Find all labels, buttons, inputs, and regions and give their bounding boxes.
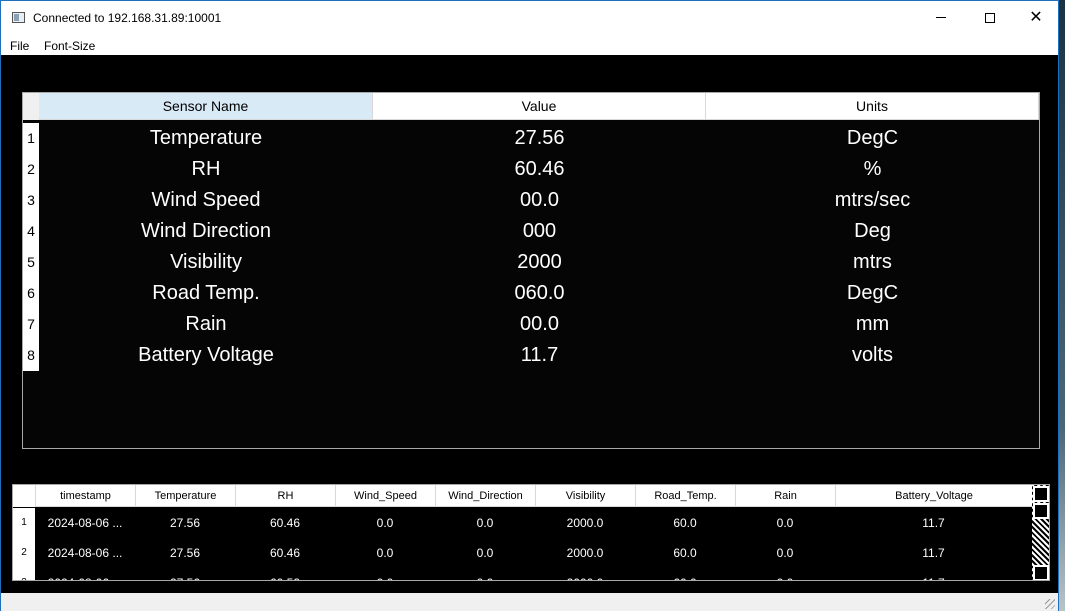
row-header[interactable]: 5 [23,247,39,278]
log-header-battery-voltage[interactable]: Battery_Voltage [835,485,1032,507]
log-cell[interactable]: 27.56 [135,538,235,568]
log-cell[interactable]: 11.7 [835,508,1032,538]
sensor-units-cell[interactable]: Deg [706,216,1039,247]
log-cell[interactable]: 60.52 [235,568,335,580]
log-cell[interactable]: 0.0 [335,508,435,538]
sensor-table: Sensor Name Value Units 1 Temperature 27.5… [22,92,1040,449]
log-cell[interactable]: 2024-08-06 ... [35,568,135,580]
row-header[interactable]: 4 [23,216,39,247]
sensor-value-cell[interactable]: 11.7 [373,340,706,371]
vertical-scrollbar[interactable] [1032,485,1049,580]
log-cell[interactable]: 11.7 [835,568,1032,580]
sensor-name-cell[interactable]: Road Temp. [39,278,373,309]
row-header[interactable]: 6 [23,278,39,309]
row-header[interactable]: 8 [23,340,39,371]
log-cell[interactable]: 0.0 [735,508,835,538]
log-header-visibility[interactable]: Visibility [535,485,635,507]
log-cell[interactable]: 27.56 [135,508,235,538]
row-header[interactable]: 1 [23,123,39,154]
sensor-value-cell[interactable]: 00.0 [373,309,706,340]
log-table: timestamp Temperature RH Wind_Speed Wind_Dir… [12,484,1050,581]
log-row-header[interactable]: 3 [13,568,35,580]
header-units[interactable]: Units [706,93,1039,120]
scroll-down-button[interactable] [1033,565,1049,580]
sensor-units-cell[interactable]: volts [706,340,1039,371]
sensor-units-cell[interactable]: mtrs/sec [706,185,1039,216]
log-cell[interactable]: 0.0 [435,538,535,568]
log-row-header[interactable]: 2 [13,538,35,568]
menu-file[interactable]: File [10,39,29,53]
log-cell[interactable]: 0.0 [735,538,835,568]
log-header-road-temp[interactable]: Road_Temp. [635,485,735,507]
log-table-corner[interactable] [13,485,35,507]
log-cell[interactable]: 2024-08-06 ... [35,508,135,538]
sensor-name-cell[interactable]: Battery Voltage [39,340,373,371]
scroll-up-button[interactable] [1033,486,1049,502]
sensor-units-cell[interactable]: % [706,154,1039,185]
log-row-header[interactable]: 1 [13,508,35,538]
sensor-units-cell[interactable]: DegC [706,278,1039,309]
log-cell[interactable]: 0.0 [435,568,535,580]
close-icon: ✕ [1029,9,1043,26]
header-sensor-name[interactable]: Sensor Name [39,93,373,120]
close-button[interactable]: ✕ [1013,1,1059,35]
window-title: Connected to 192.168.31.89:10001 [33,11,222,25]
window-app-icon [12,12,25,23]
row-header[interactable]: 3 [23,185,39,216]
desktop-background [1059,0,1065,611]
log-cell[interactable]: 2000.0 [535,568,635,580]
status-bar [1,593,1058,611]
log-header-rain[interactable]: Rain [735,485,835,507]
sensor-value-cell[interactable]: 00.0 [373,185,706,216]
header-value[interactable]: Value [373,93,706,120]
sensor-name-cell[interactable]: Visibility [39,247,373,278]
sensor-name-cell[interactable]: Wind Direction [39,216,373,247]
log-header-wind-direction[interactable]: Wind_Direction [435,485,535,507]
sensor-value-cell[interactable]: 60.46 [373,154,706,185]
minimize-icon [936,17,946,19]
row-header[interactable]: 2 [23,154,39,185]
sensor-units-cell[interactable]: mm [706,309,1039,340]
sensor-units-cell[interactable]: mtrs [706,247,1039,278]
maximize-button[interactable] [967,1,1013,35]
menu-font-size[interactable]: Font-Size [44,39,95,53]
log-cell[interactable]: 2024-08-06 ... [35,538,135,568]
log-cell[interactable]: 27.56 [135,568,235,580]
log-cell[interactable]: 0.0 [335,568,435,580]
log-cell[interactable]: 60.46 [235,538,335,568]
menu-bar: File Font-Size [1,35,1058,55]
minimize-button[interactable] [918,1,964,35]
log-cell[interactable]: 2000.0 [535,538,635,568]
row-header[interactable]: 7 [23,309,39,340]
log-cell[interactable]: 0.0 [435,508,535,538]
log-header-temperature[interactable]: Temperature [135,485,235,507]
sensor-name-cell[interactable]: Temperature [39,123,373,154]
log-header-wind-speed[interactable]: Wind_Speed [335,485,435,507]
table-corner[interactable] [23,93,39,120]
sensor-name-cell[interactable]: RH [39,154,373,185]
sensor-units-cell[interactable]: DegC [706,123,1039,154]
sensor-value-cell[interactable]: 27.56 [373,123,706,154]
sensor-name-cell[interactable]: Wind Speed [39,185,373,216]
log-cell[interactable]: 2000.0 [535,508,635,538]
log-cell[interactable]: 60.0 [635,538,735,568]
log-cell[interactable]: 60.0 [635,508,735,538]
log-cell[interactable]: 11.7 [835,538,1032,568]
log-header-rh[interactable]: RH [235,485,335,507]
log-cell[interactable]: 0.0 [335,538,435,568]
sensor-name-cell[interactable]: Rain [39,309,373,340]
log-cell[interactable]: 60.0 [635,568,735,580]
maximize-icon [985,12,995,23]
sensor-value-cell[interactable]: 060.0 [373,278,706,309]
sensor-value-cell[interactable]: 000 [373,216,706,247]
log-cell[interactable]: 0.0 [735,568,835,580]
app-window: Connected to 192.168.31.89:10001 ✕ File … [0,0,1059,611]
title-bar: Connected to 192.168.31.89:10001 ✕ [1,1,1058,35]
sensor-value-cell[interactable]: 2000 [373,247,706,278]
log-header-timestamp[interactable]: timestamp [35,485,135,507]
scroll-thumb[interactable] [1033,503,1049,519]
log-cell[interactable]: 60.46 [235,508,335,538]
resize-grip-icon[interactable] [1045,599,1055,609]
